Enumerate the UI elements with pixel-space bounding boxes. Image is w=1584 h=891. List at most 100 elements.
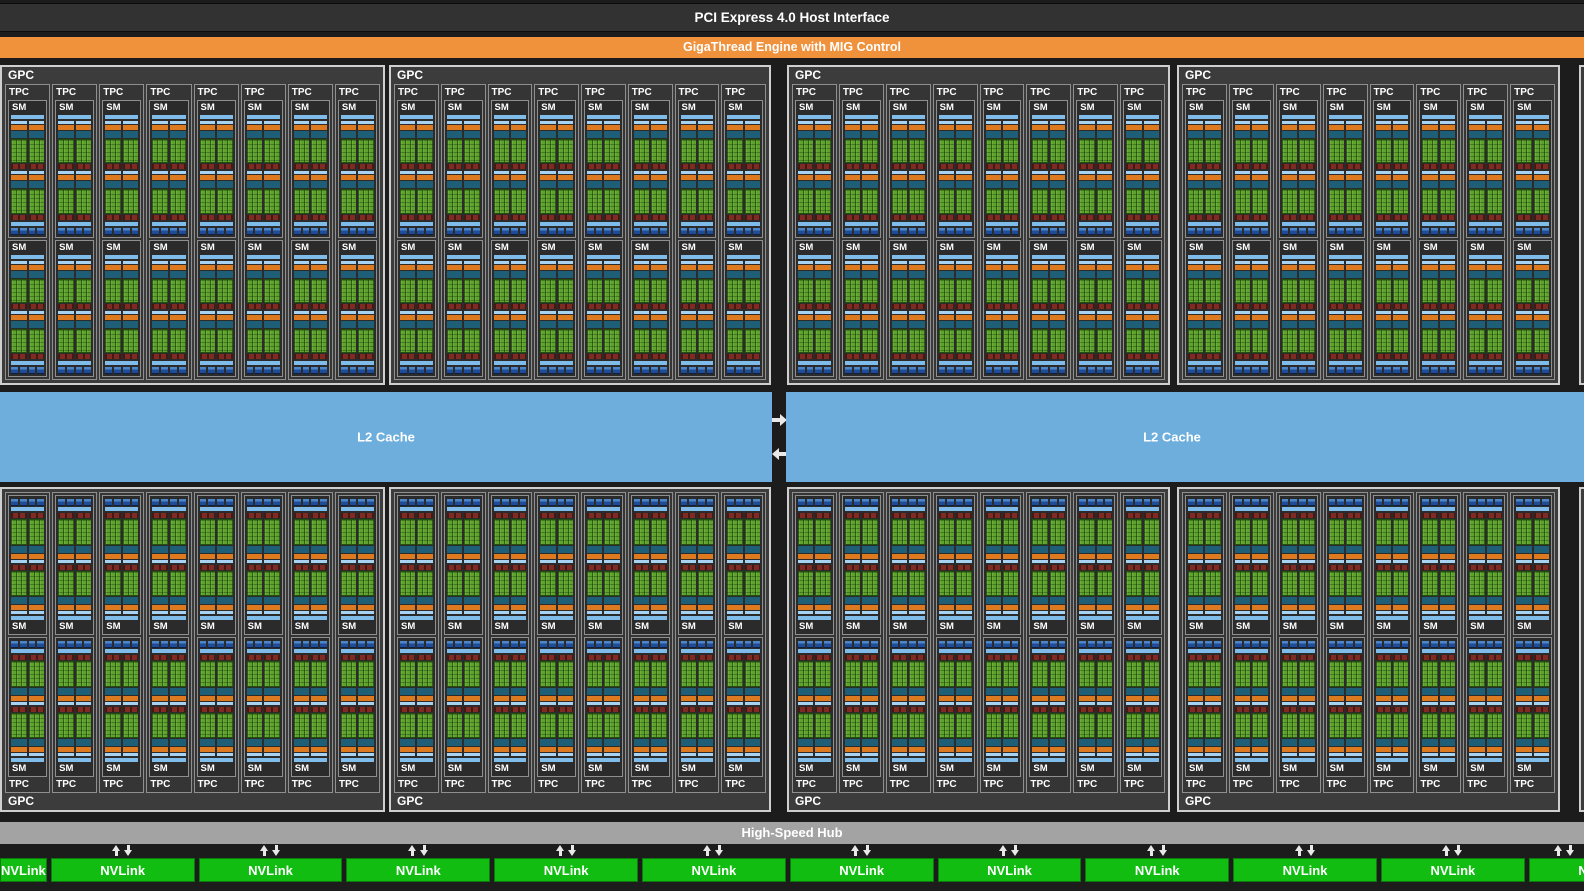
sm-processing-section bbox=[1516, 310, 1549, 359]
warp-scheduler-bar bbox=[1079, 171, 1095, 175]
tensor-core-bar bbox=[540, 303, 556, 309]
tensor-core-bar bbox=[358, 706, 374, 712]
warp-scheduler-bar bbox=[311, 559, 327, 563]
ldst-unit bbox=[178, 641, 186, 648]
cuda-core-array bbox=[557, 278, 573, 303]
tensor-core-bar bbox=[633, 513, 650, 518]
warp-scheduler-bar bbox=[152, 310, 168, 314]
sm-l1-cache-bar bbox=[985, 649, 1019, 653]
sm-processing-block bbox=[1096, 564, 1113, 614]
nvlink-block: NVLink bbox=[1233, 858, 1377, 882]
tpc-label: TPC bbox=[1232, 87, 1253, 98]
sm-label: SM bbox=[447, 102, 462, 113]
sm-l1-cache-bar bbox=[1469, 221, 1503, 226]
ldst-unit-row bbox=[1422, 499, 1456, 506]
sm-l1-cache-bar bbox=[1079, 221, 1113, 226]
register-file-bar bbox=[744, 320, 760, 328]
warp-scheduler-bar bbox=[169, 611, 186, 614]
warp-scheduler-bar bbox=[1252, 171, 1268, 175]
cuda-core-array bbox=[985, 661, 1001, 687]
ldst-unit bbox=[689, 641, 696, 648]
warp-scheduler-bar bbox=[122, 260, 139, 264]
sm-label: SM bbox=[939, 241, 954, 253]
tensor-core-bar bbox=[1346, 354, 1362, 359]
sm-processing-section bbox=[1032, 564, 1066, 614]
cuda-core-array bbox=[1299, 328, 1315, 353]
register-file-bar bbox=[358, 131, 374, 138]
sm-processing-block bbox=[122, 655, 139, 705]
tensor-core-bar bbox=[909, 706, 925, 712]
warp-scheduler-bar bbox=[510, 171, 527, 175]
ldst-unit-row bbox=[1032, 499, 1066, 506]
tensor-core-bar bbox=[217, 513, 233, 518]
register-file-bar bbox=[264, 270, 280, 278]
warp-scheduler-bar bbox=[651, 121, 667, 124]
dispatch-unit-bar bbox=[493, 175, 509, 181]
ldst-unit bbox=[1375, 367, 1383, 374]
register-file-bar bbox=[604, 545, 620, 553]
sm-block: SM bbox=[290, 637, 330, 777]
register-file-bar bbox=[956, 687, 972, 695]
tensor-core-bar bbox=[1328, 303, 1345, 309]
tpc-block: TPC SM SM bbox=[674, 492, 720, 793]
warp-scheduler-bar bbox=[1126, 611, 1142, 614]
warp-scheduler-bar bbox=[75, 559, 92, 563]
tensor-core-bar bbox=[798, 164, 814, 170]
sm-block: SM bbox=[1231, 100, 1271, 238]
dispatch-unit-bar bbox=[264, 605, 280, 610]
warp-scheduler-bar bbox=[727, 310, 743, 314]
ldst-unit bbox=[400, 499, 407, 506]
ldst-unit-row bbox=[340, 499, 374, 506]
sm-instruction-cache-bar bbox=[680, 254, 714, 259]
sm-processing-block bbox=[1422, 706, 1438, 756]
sm-processing-section bbox=[985, 655, 1019, 705]
tensor-core-bar bbox=[28, 706, 45, 712]
sm-processing-block bbox=[1188, 564, 1204, 614]
tensor-core-bar bbox=[217, 214, 233, 220]
sm-processing-section bbox=[493, 121, 527, 170]
sm-block: SM bbox=[1325, 637, 1365, 777]
ldst-unit bbox=[66, 499, 74, 506]
sm-block: SM bbox=[888, 495, 928, 635]
dispatch-unit-bar bbox=[680, 125, 696, 130]
sm-processing-block bbox=[1002, 706, 1019, 756]
ldst-unit bbox=[844, 227, 852, 235]
sm-processing-block bbox=[58, 171, 74, 220]
warp-scheduler-bar bbox=[105, 260, 121, 264]
ldst-unit-row bbox=[1079, 367, 1113, 374]
sm-processing-block bbox=[633, 260, 650, 309]
register-file-bar bbox=[1516, 597, 1532, 604]
dispatch-unit-bar bbox=[340, 314, 357, 320]
ldst-unit bbox=[1533, 227, 1541, 235]
ldst-unit bbox=[152, 367, 160, 374]
dispatch-unit-bar bbox=[1516, 695, 1532, 701]
cuda-core-array bbox=[417, 661, 433, 687]
ldst-unit bbox=[1281, 641, 1289, 648]
register-file-bar bbox=[815, 545, 831, 553]
tensor-core-bar bbox=[891, 655, 908, 660]
arrow-left-icon bbox=[771, 448, 788, 460]
cuda-core-array bbox=[264, 139, 280, 164]
warp-scheduler-bar bbox=[985, 559, 1001, 563]
register-file-bar bbox=[217, 597, 233, 604]
sm-processing-block bbox=[75, 564, 92, 614]
tpc-block: TPC SM SM bbox=[627, 84, 673, 380]
tpc-label: TPC bbox=[842, 87, 863, 98]
sm-processing-section bbox=[340, 310, 374, 359]
dispatch-unit-bar bbox=[11, 605, 27, 610]
sm-instruction-cache-bar bbox=[587, 616, 620, 620]
sm-label: SM bbox=[294, 763, 309, 774]
tensor-core-bar bbox=[75, 564, 92, 570]
tensor-core-bar bbox=[1299, 354, 1315, 359]
ldst-unit bbox=[1354, 641, 1362, 648]
sm-l1-cache-bar bbox=[633, 221, 667, 226]
warp-scheduler-bar bbox=[311, 310, 327, 314]
ldst-unit-row bbox=[1188, 499, 1221, 506]
sm-processing-block bbox=[246, 171, 263, 220]
ldst-unit bbox=[706, 499, 714, 506]
register-file-bar bbox=[744, 270, 760, 278]
warp-scheduler-bar bbox=[1049, 260, 1066, 264]
sm-processing-block bbox=[169, 513, 186, 563]
dispatch-unit-bar bbox=[464, 314, 480, 320]
sm-processing-block bbox=[1079, 260, 1095, 309]
